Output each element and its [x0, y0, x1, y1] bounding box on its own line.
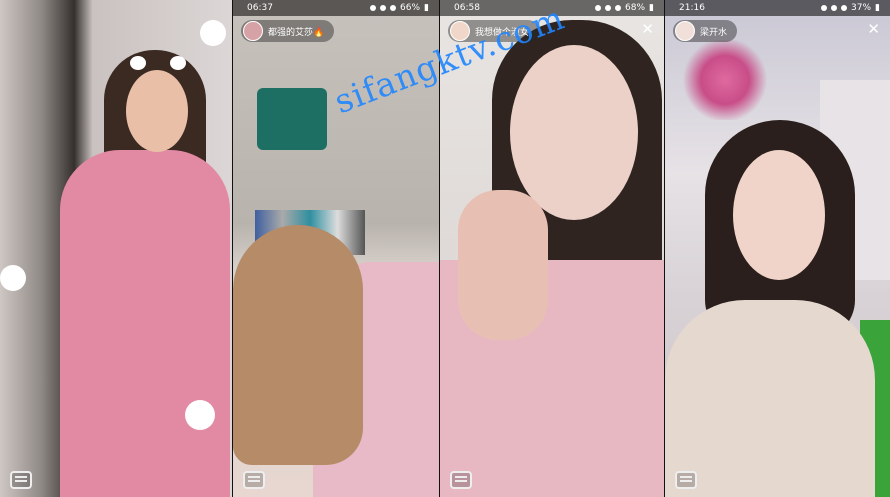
status-time: 06:58: [454, 3, 480, 13]
chat-icon[interactable]: [450, 471, 472, 489]
streamer-hand: [458, 190, 548, 340]
streamer-name: 梁开水: [700, 27, 728, 38]
close-icon[interactable]: ✕: [867, 22, 880, 37]
battery-percent: 68%: [625, 3, 646, 13]
chat-icon[interactable]: [243, 471, 265, 489]
status-bar: 06:58 68% ▮: [440, 0, 664, 16]
streamer-body: [60, 150, 230, 497]
streamer-face: [510, 45, 638, 220]
status-time: 06:37: [247, 3, 273, 13]
alarm-icon: [595, 5, 602, 11]
streamer-face: [733, 150, 825, 280]
battery-icon: ▮: [875, 3, 880, 13]
streamer-badge[interactable]: 都强的艾莎🔥: [241, 20, 335, 42]
avatar: [450, 21, 470, 41]
streamer-face: [126, 70, 188, 152]
streamer-name: 我想做个淑女: [475, 27, 530, 38]
stream-panel-4[interactable]: 21:16 37% ▮ 梁开水 ✕: [665, 0, 890, 497]
streamer-name: 都强的艾莎🔥: [268, 27, 325, 38]
stream-panel-1[interactable]: [0, 0, 232, 497]
stream-panel-2[interactable]: 06:37 66% ▮ 都强的艾莎🔥: [233, 0, 439, 497]
streamer-badge[interactable]: 梁开水: [673, 20, 738, 42]
stream-panel-3[interactable]: 06:58 68% ▮ 我想做个淑女 ✕: [440, 0, 664, 497]
signal-icon: [841, 5, 848, 11]
streamer-badge[interactable]: 我想做个淑女: [448, 20, 540, 42]
avatar: [243, 21, 263, 41]
cloud-sticker: [185, 400, 215, 430]
status-time: 21:16: [679, 3, 705, 13]
avatar: [675, 21, 695, 41]
streamer-hair: [233, 225, 363, 465]
signal-icon: [390, 5, 397, 11]
chandelier: [680, 40, 770, 120]
cat-ear-sticker: [130, 56, 146, 70]
battery-icon: ▮: [424, 3, 429, 13]
battery-percent: 66%: [400, 3, 421, 13]
close-icon[interactable]: ✕: [641, 22, 654, 37]
shelf: [257, 88, 327, 150]
streamer-body: [665, 300, 875, 497]
cloud-sticker: [0, 265, 26, 291]
chat-icon[interactable]: [675, 471, 697, 489]
cloud-sticker: [200, 20, 226, 46]
cat-ear-sticker: [170, 56, 186, 70]
battery-icon: ▮: [649, 3, 654, 13]
battery-percent: 37%: [851, 3, 872, 13]
status-bar: 06:37 66% ▮: [233, 0, 439, 16]
wifi-icon: [831, 5, 838, 11]
wifi-icon: [605, 5, 612, 11]
alarm-icon: [821, 5, 828, 11]
chat-icon[interactable]: [10, 471, 32, 489]
signal-icon: [615, 5, 622, 11]
status-bar: 21:16 37% ▮: [665, 0, 890, 16]
alarm-icon: [370, 5, 377, 11]
wifi-icon: [380, 5, 387, 11]
